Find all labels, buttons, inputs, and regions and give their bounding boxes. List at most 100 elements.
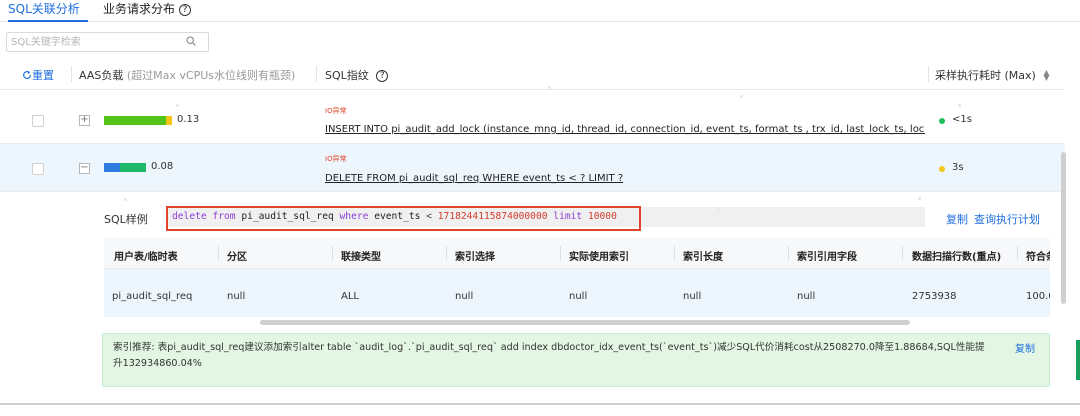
table-row[interactable]: + 0.13 IO异常 INSERT INTO pi_audit_add_loc… (0, 98, 1065, 144)
column-header: 符合条 (1026, 252, 1050, 263)
column-divider (902, 246, 903, 260)
column-header: 联接类型 (341, 252, 381, 263)
table-row: pi_audit_sql_req null ALL null null null… (104, 269, 1050, 317)
column-divider (332, 246, 333, 260)
sample-time-label: 采样执行耗时 (Max) (935, 69, 1036, 82)
sql-search-input[interactable] (7, 33, 182, 51)
sample-time: 3s (952, 162, 964, 173)
status-dot (939, 166, 945, 172)
aas-value: 0.08 (151, 161, 174, 172)
background-dot (740, 95, 743, 98)
aas-bar-segment (166, 116, 172, 125)
expand-icon[interactable]: + (79, 115, 90, 126)
sql-operator: < (426, 211, 432, 222)
tab-bar: SQL关联分析 业务请求分布? (0, 0, 1080, 22)
aas-value: 0.13 (177, 114, 200, 125)
column-header: 用户表/临时表 (114, 252, 178, 263)
tab-request-distribution-label: 业务请求分布 (103, 2, 176, 16)
aas-bar-segment (104, 116, 166, 125)
explain-plan-button[interactable]: 查询执行计划 (974, 211, 1040, 227)
column-header: 索引长度 (683, 252, 723, 263)
index-advice-box: 索引推荐: 表pi_audit_sql_req建议添加索引alter table… (102, 333, 1050, 387)
column-divider (788, 246, 789, 260)
collapse-icon[interactable]: − (79, 163, 90, 174)
sql-keyword: where (339, 211, 369, 222)
aas-label: AAS负载 (79, 69, 124, 82)
sample-time: <1s (952, 114, 972, 125)
row-checkbox[interactable] (32, 163, 44, 175)
column-divider (560, 246, 561, 260)
sql-fingerprint-link[interactable]: INSERT INTO pi_audit_add_lock (instance_… (325, 124, 925, 135)
copy-sql-button[interactable]: 复制 (946, 211, 968, 227)
row-checkbox[interactable] (32, 115, 44, 127)
background-dot (958, 104, 961, 107)
bottom-divider (0, 403, 1080, 405)
column-header: 实际使用索引 (569, 252, 629, 263)
explain-table-header: 用户表/临时表 分区 联接类型 索引选择 实际使用索引 索引长度 索引引用字段 … (104, 238, 1050, 269)
sql-keyword: limit (553, 211, 583, 222)
index-advice-text: 索引推荐: 表pi_audit_sql_req建议添加索引alter table… (113, 342, 985, 369)
table-cell: null (227, 291, 246, 302)
tab-request-distribution[interactable]: 业务请求分布? (103, 0, 203, 22)
sql-analysis-panel: SQL关联分析 业务请求分布? 重置 AAS负载 (超过Max vCPUs水位线… (0, 0, 1080, 416)
explain-table: 用户表/临时表 分区 联接类型 索引选择 实际使用索引 索引长度 索引引用字段 … (104, 238, 1050, 318)
help-icon[interactable]: ? (376, 70, 389, 82)
aas-bar-segment (120, 163, 146, 172)
column-divider (71, 66, 72, 82)
sql-keyword: delete (172, 211, 207, 222)
aas-column-header: AAS负载 (超过Max vCPUs水位线则有瓶颈) (79, 67, 295, 83)
sql-sample-code: delete from pi_audit_sql_req where event… (172, 211, 617, 222)
column-divider (316, 66, 317, 82)
column-divider (674, 246, 675, 260)
sql-column: event_ts (374, 211, 421, 222)
table-cell: 100.0 (1026, 291, 1050, 302)
table-cell: null (683, 291, 702, 302)
column-header: 索引引用字段 (797, 252, 857, 263)
background-dot (548, 86, 551, 89)
table-cell: null (455, 291, 474, 302)
background-dot (176, 104, 179, 107)
sql-sample-label: SQL样例 (104, 213, 148, 226)
status-dot (939, 118, 945, 124)
vertical-scrollbar[interactable] (1061, 152, 1066, 304)
column-divider (218, 246, 219, 260)
reset-button[interactable]: 重置 (22, 67, 54, 83)
column-divider (928, 66, 929, 82)
sql-number: 1718244115874000000 (437, 211, 548, 222)
aas-hint: (超过Max vCPUs水位线则有瓶颈) (126, 69, 296, 82)
column-divider (1017, 246, 1018, 260)
copy-advice-button[interactable]: 复制 (1015, 340, 1035, 355)
sql-search-box (6, 32, 209, 52)
background-dot (124, 198, 127, 201)
side-tab-edge (1076, 340, 1080, 380)
table-cell: null (797, 291, 816, 302)
aas-bar (104, 116, 172, 125)
io-exception-tag: IO异常 (325, 155, 347, 163)
sql-fingerprint-link[interactable]: DELETE FROM pi_audit_sql_req WHERE event… (325, 173, 925, 184)
aas-bar (104, 163, 146, 172)
table-cell: null (569, 291, 588, 302)
table-header: 重置 AAS负载 (超过Max vCPUs水位线则有瓶颈) SQL指纹 ? 采样… (0, 58, 1065, 90)
sql-table: pi_audit_sql_req (241, 211, 334, 222)
sample-time-header[interactable]: 采样执行耗时 (Max) ▲ ▼ (935, 67, 1050, 83)
refresh-icon (23, 70, 32, 79)
table-row[interactable]: − 0.08 IO异常 DELETE FROM pi_audit_sql_req… (0, 144, 1065, 192)
column-header: 索引选择 (455, 252, 495, 263)
sort-icon[interactable]: ▲ ▼ (1043, 69, 1050, 82)
background-dot (918, 197, 921, 200)
table-cell: pi_audit_sql_req (112, 291, 193, 302)
tab-sql-analysis[interactable]: SQL关联分析 (8, 0, 88, 22)
io-exception-tag: IO异常 (325, 107, 347, 115)
column-divider (446, 246, 447, 260)
horizontal-scrollbar[interactable] (260, 320, 910, 325)
reset-label: 重置 (32, 69, 54, 82)
background-dot (718, 207, 721, 210)
sql-fingerprint-label: SQL指纹 (325, 69, 369, 82)
help-icon[interactable]: ? (179, 4, 192, 16)
search-icon[interactable] (186, 36, 196, 46)
aas-bar-segment (104, 163, 120, 172)
table-cell: 2753938 (912, 291, 957, 302)
column-header: 分区 (227, 252, 247, 263)
sql-fingerprint-header: SQL指纹 ? (325, 67, 389, 83)
sql-number: 10000 (587, 211, 617, 222)
